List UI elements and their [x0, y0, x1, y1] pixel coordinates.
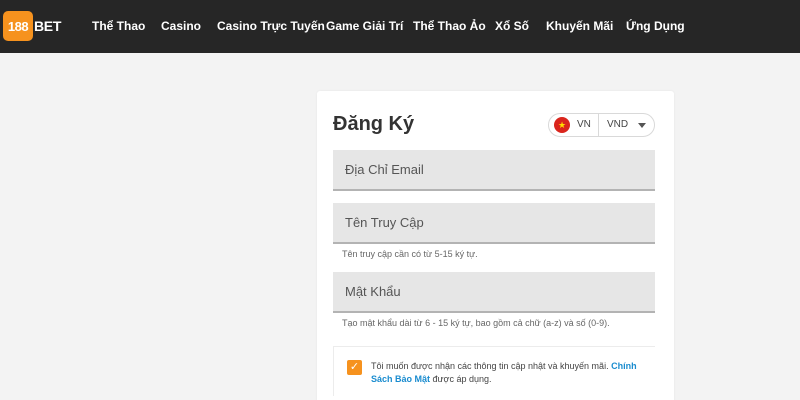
- password-field-container: [333, 272, 655, 313]
- consent-text-before: Tôi muốn được nhận các thông tin cập nhậ…: [371, 361, 609, 371]
- username-field[interactable]: [333, 203, 655, 242]
- locale-currency: VND: [607, 119, 629, 130]
- vietnam-flag-icon: ★: [554, 117, 570, 133]
- checkmark-icon: ✓: [349, 361, 360, 373]
- main-nav: Thể Thao Casino Casino Trực Tuyến Game G…: [0, 0, 800, 53]
- locale-selector[interactable]: ★ VN VND: [548, 113, 655, 137]
- consent-checkbox[interactable]: ✓: [347, 360, 362, 375]
- consent-text: Tôi muốn được nhận các thông tin cập nhậ…: [371, 360, 651, 386]
- page-title: Đăng Ký: [333, 113, 415, 135]
- username-field-container: [333, 203, 655, 244]
- password-hint: Tạo mật khẩu dài từ 6 - 15 ký tự, bao gồ…: [342, 318, 610, 328]
- nav-item-casino[interactable]: Casino: [161, 0, 201, 53]
- username-hint: Tên truy cập cần có từ 5-15 ký tự.: [342, 249, 478, 259]
- consent-text-after: được áp dụng.: [432, 374, 492, 384]
- email-field[interactable]: [333, 150, 655, 189]
- consent-box: ✓ Tôi muốn được nhận các thông tin cập n…: [333, 346, 655, 396]
- nav-item-ung-dung[interactable]: Ứng Dụng: [626, 0, 685, 53]
- nav-item-casino-truc-tuyen[interactable]: Casino Trực Tuyến: [217, 0, 325, 53]
- password-field[interactable]: [333, 272, 655, 311]
- nav-item-the-thao-ao[interactable]: Thể Thao Ảo: [413, 0, 486, 53]
- top-nav-bar: 188 BET Thể Thao Casino Casino Trực Tuyế…: [0, 0, 800, 53]
- chevron-down-icon: [638, 123, 646, 128]
- nav-item-xo-so[interactable]: Xổ Số: [495, 0, 529, 53]
- locale-country: VN: [577, 119, 591, 130]
- nav-item-khuyen-mai[interactable]: Khuyến Mãi: [546, 0, 613, 53]
- email-field-container: [333, 150, 655, 191]
- locale-divider: [598, 114, 599, 136]
- nav-item-the-thao[interactable]: Thể Thao: [92, 0, 145, 53]
- registration-card: Đăng Ký ★ VN VND Tên truy cập cần có từ …: [317, 91, 674, 400]
- nav-item-game-giai-tri[interactable]: Game Giải Trí: [326, 0, 403, 53]
